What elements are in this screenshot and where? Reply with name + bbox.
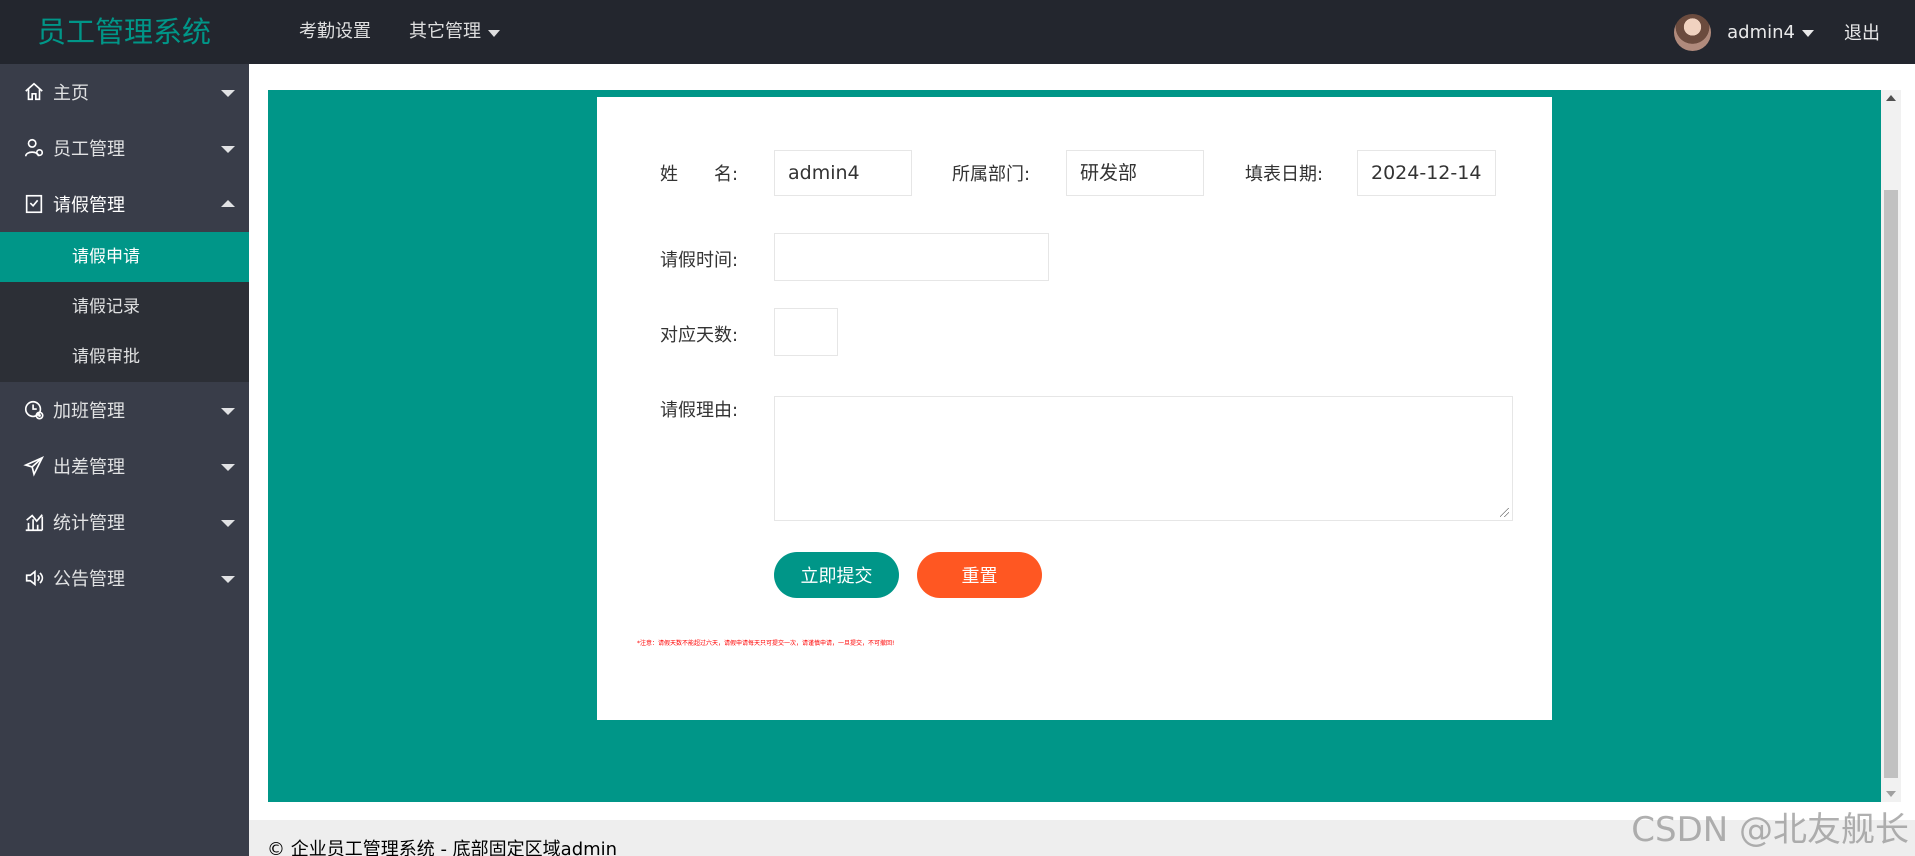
fill-date-field[interactable]: 2024-12-14 — [1357, 150, 1496, 196]
reset-button[interactable]: 重置 — [917, 552, 1042, 598]
nav-label: 其它管理 — [409, 21, 481, 42]
sidebar: 主页 员工管理 请假管理 请假申请 请假记录 请假审批 加班管理 出差管理 统计… — [0, 64, 249, 856]
leave-application-form: 姓 名: admin4 所属部门: 研发部 填表日期: 2024-12-14 请… — [597, 97, 1552, 720]
footer-text: © 企业员工管理系统 - 底部固定区域admin — [267, 839, 618, 856]
name-field[interactable]: admin4 — [774, 150, 912, 196]
nav-label: 考勤设置 — [299, 21, 371, 42]
chevron-down-icon — [221, 408, 235, 415]
sidebar-item-leave[interactable]: 请假管理 — [0, 176, 249, 232]
logout-link[interactable]: 退出 — [1844, 19, 1880, 45]
user-menu[interactable]: admin4 — [1727, 22, 1814, 43]
user-area: admin4 退出 — [1674, 0, 1915, 64]
vertical-scrollbar[interactable] — [1881, 90, 1901, 802]
reason-label: 请假理由: — [660, 400, 739, 421]
scroll-down-icon[interactable] — [1886, 791, 1896, 797]
sidebar-item-leave-approval[interactable]: 请假审批 — [0, 332, 249, 382]
submit-button[interactable]: 立即提交 — [774, 552, 899, 598]
scroll-thumb[interactable] — [1884, 190, 1898, 778]
leave-time-input[interactable] — [774, 233, 1049, 281]
sidebar-item-label: 加班管理 — [53, 401, 125, 422]
chart-icon — [23, 511, 45, 533]
days-label: 对应天数: — [660, 325, 739, 346]
form-icon — [23, 193, 45, 215]
chevron-up-icon — [221, 200, 235, 207]
sidebar-item-employees[interactable]: 员工管理 — [0, 120, 249, 176]
avatar[interactable] — [1674, 13, 1712, 51]
name-label: 姓 名: — [660, 164, 739, 185]
top-header: 员工管理系统 考勤设置 其它管理 admin4 退出 — [0, 0, 1915, 64]
days-input[interactable] — [774, 308, 838, 356]
chevron-down-icon — [221, 520, 235, 527]
sidebar-item-leave-records[interactable]: 请假记录 — [0, 282, 249, 332]
sidebar-item-home[interactable]: 主页 — [0, 64, 249, 120]
sidebar-item-label: 统计管理 — [53, 513, 125, 534]
chevron-down-icon — [221, 464, 235, 471]
scroll-up-icon[interactable] — [1886, 95, 1896, 101]
sidebar-item-announcements[interactable]: 公告管理 — [0, 550, 249, 606]
sidebar-item-leave-apply[interactable]: 请假申请 — [0, 232, 249, 282]
department-label: 所属部门: — [952, 164, 1031, 185]
resize-handle-icon[interactable] — [1500, 508, 1509, 517]
sidebar-item-overtime[interactable]: 加班管理 — [0, 382, 249, 438]
chevron-down-icon — [488, 29, 500, 37]
speaker-icon — [23, 567, 45, 589]
nav-other-management[interactable]: 其它管理 — [390, 0, 519, 64]
department-field[interactable]: 研发部 — [1066, 150, 1204, 196]
chevron-down-icon — [1802, 29, 1814, 37]
brand-logo[interactable]: 员工管理系统 — [37, 0, 211, 64]
chevron-down-icon — [221, 90, 235, 97]
chevron-down-icon — [221, 576, 235, 583]
fill-date-label: 填表日期: — [1245, 164, 1324, 185]
username-label: admin4 — [1727, 21, 1795, 43]
notice-text: *注意：请假天数不能超过六天，请假申请每天只可提交一次，请谨慎申请，一旦提交，不… — [637, 640, 895, 647]
leave-submenu: 请假申请 请假记录 请假审批 — [0, 232, 249, 382]
home-icon — [23, 81, 45, 103]
chevron-down-icon — [221, 146, 235, 153]
user-icon — [23, 137, 45, 159]
sidebar-item-label: 主页 — [53, 83, 89, 104]
watermark: CSDN @北友舰长 — [1631, 810, 1909, 850]
leave-time-label: 请假时间: — [660, 250, 739, 271]
top-nav: 考勤设置 其它管理 — [280, 0, 519, 64]
reason-textarea[interactable] — [774, 396, 1513, 521]
sidebar-item-label: 请假管理 — [53, 195, 125, 216]
plane-icon — [23, 455, 45, 477]
sidebar-item-label: 员工管理 — [53, 139, 125, 160]
sidebar-item-business-trip[interactable]: 出差管理 — [0, 438, 249, 494]
sidebar-item-label: 出差管理 — [53, 457, 125, 478]
sidebar-item-statistics[interactable]: 统计管理 — [0, 494, 249, 550]
nav-attendance-settings[interactable]: 考勤设置 — [280, 0, 390, 64]
clock-add-icon — [23, 399, 45, 421]
sidebar-item-label: 公告管理 — [53, 569, 125, 590]
